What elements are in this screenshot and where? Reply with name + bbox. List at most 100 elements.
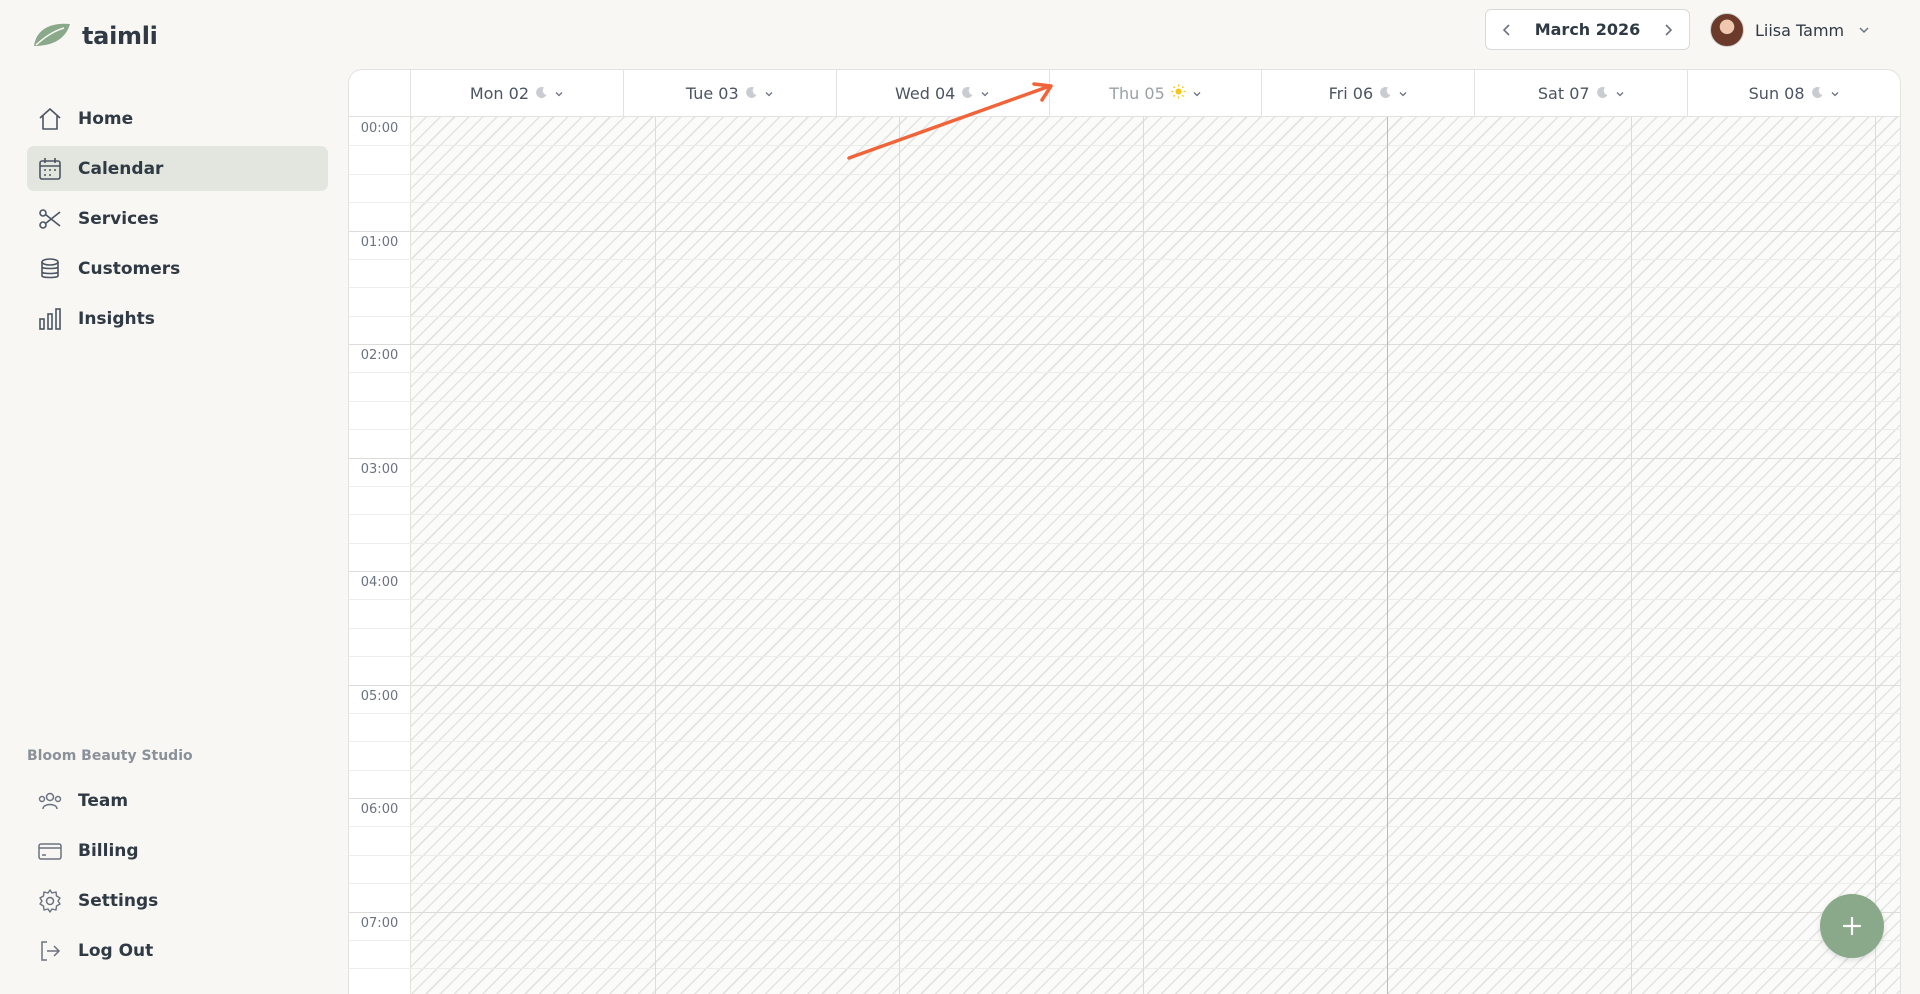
- sun-icon: [1171, 84, 1186, 103]
- add-appointment-button[interactable]: [1820, 894, 1884, 958]
- sidebar-item-log-out[interactable]: Log Out: [27, 928, 328, 973]
- database-icon: [36, 255, 64, 283]
- day-label: Sat 07: [1537, 83, 1590, 103]
- chevron-down-icon: [1858, 21, 1870, 40]
- day-header-fri-06[interactable]: Fri 06: [1262, 70, 1476, 116]
- quarter-gridline: [349, 854, 411, 856]
- sidebar-item-label: Calendar: [78, 158, 164, 179]
- home-icon: [36, 105, 64, 133]
- hour-gridline: [411, 457, 1900, 459]
- day-column-divider: [1143, 117, 1144, 994]
- calendar-body: 00:00 01:00 02:00 03:00 04:00 05:00 06:00 07:00: [349, 117, 1900, 994]
- chevron-down-icon: [1615, 84, 1625, 103]
- sidebar-item-customers[interactable]: Customers: [27, 246, 328, 291]
- sidebar-item-home[interactable]: Home: [27, 96, 328, 141]
- quarter-gridline: [411, 287, 1900, 289]
- team-icon: [36, 787, 64, 815]
- moon-icon: [1379, 84, 1392, 103]
- previous-month-button[interactable]: [1496, 19, 1518, 41]
- quarter-gridline: [411, 968, 1900, 970]
- day-header-tue-03[interactable]: Tue 03: [624, 70, 837, 116]
- quarter-gridline: [349, 145, 411, 147]
- quarter-gridline: [349, 173, 411, 175]
- sidebar-item-label: Settings: [78, 890, 159, 911]
- day-label: Tue 03: [685, 83, 739, 103]
- sidebar-item-billing[interactable]: Billing: [27, 828, 328, 873]
- quarter-gridline: [349, 429, 411, 431]
- quarter-gridline: [411, 712, 1900, 714]
- time-column: 00:00 01:00 02:00 03:00 04:00 05:00 06:00 07:00: [349, 117, 411, 994]
- next-month-button[interactable]: [1657, 19, 1679, 41]
- sidebar-item-calendar[interactable]: Calendar: [27, 146, 328, 191]
- time-label: 02:00: [360, 348, 399, 363]
- quarter-gridline: [349, 656, 411, 658]
- calendar-header: Mon 02 Tue 03 Wed 04 Thu 05 Fri 06 Sat 07 Sun …: [349, 70, 1900, 117]
- day-header-sun-08[interactable]: Sun 08: [1688, 70, 1900, 116]
- quarter-gridline: [349, 315, 411, 317]
- current-month-label[interactable]: March 2026: [1535, 20, 1641, 39]
- day-header-thu-05[interactable]: Thu 05: [1050, 70, 1263, 116]
- user-menu[interactable]: Liisa Tamm: [1710, 12, 1870, 48]
- hour-gridline: [349, 457, 411, 459]
- quarter-gridline: [411, 372, 1900, 374]
- day-label: Fri 06: [1328, 83, 1374, 103]
- quarter-gridline: [349, 741, 411, 743]
- hour-gridline: [411, 344, 1900, 345]
- day-header-sat-07[interactable]: Sat 07: [1475, 70, 1689, 116]
- leaf-logo-icon: [32, 20, 72, 52]
- chevron-down-icon: [1398, 84, 1408, 103]
- moon-icon: [745, 84, 758, 103]
- time-label: 05:00: [360, 688, 399, 704]
- studio-nav: Team Billing Settings Log Out: [27, 778, 328, 978]
- quarter-gridline: [411, 627, 1900, 629]
- quarter-gridline: [411, 769, 1900, 771]
- time-label: 04:00: [360, 575, 399, 590]
- arrow-annotation-icon: [847, 82, 1053, 160]
- day-label: Mon 02: [469, 83, 530, 103]
- quarter-gridline: [349, 485, 411, 487]
- quarter-gridline: [411, 741, 1900, 743]
- hour-gridline: [411, 684, 1900, 686]
- day-header-mon-02[interactable]: Mon 02: [411, 70, 624, 116]
- chevron-left-icon: [1502, 23, 1510, 36]
- sidebar-item-insights[interactable]: Insights: [27, 296, 328, 341]
- sidebar-item-settings[interactable]: Settings: [27, 878, 328, 923]
- plus-icon: [1842, 916, 1862, 936]
- sidebar-item-label: Log Out: [78, 940, 154, 961]
- quarter-gridline: [411, 656, 1900, 658]
- hour-gridline: [411, 798, 1900, 799]
- sidebar-item-label: Customers: [78, 258, 181, 279]
- chevron-right-icon: [1665, 23, 1673, 36]
- hour-gridline: [349, 571, 411, 572]
- quarter-gridline: [411, 485, 1900, 487]
- quarter-gridline: [411, 400, 1900, 402]
- gear-icon: [36, 887, 64, 915]
- month-picker: March 2026: [1485, 9, 1690, 50]
- hour-gridline: [349, 684, 411, 686]
- app-name: taimli: [82, 22, 158, 50]
- day-column-divider: [1387, 117, 1388, 994]
- quarter-gridline: [349, 939, 411, 941]
- quarter-gridline: [411, 854, 1900, 856]
- bar-chart-icon: [36, 305, 64, 333]
- quarter-gridline: [411, 315, 1900, 317]
- app-logo[interactable]: taimli: [32, 20, 158, 52]
- quarter-gridline: [411, 202, 1900, 204]
- quarter-gridline: [349, 202, 411, 204]
- sidebar-item-team[interactable]: Team: [27, 778, 328, 823]
- quarter-gridline: [349, 883, 411, 885]
- sidebar-item-services[interactable]: Services: [27, 196, 328, 241]
- main-nav: Home Calendar Services Customers Insights: [27, 96, 328, 346]
- quarter-gridline: [411, 599, 1900, 601]
- hour-gridline: [411, 911, 1900, 913]
- avatar: [1710, 13, 1744, 47]
- chevron-down-icon: [764, 84, 774, 103]
- time-label: 06:00: [360, 802, 399, 817]
- quarter-gridline: [411, 883, 1900, 885]
- moon-icon: [535, 84, 548, 103]
- quarter-gridline: [411, 514, 1900, 516]
- day-column-divider: [1631, 117, 1632, 994]
- calendar-grid[interactable]: [411, 117, 1900, 994]
- quarter-gridline: [411, 429, 1900, 431]
- hour-gridline: [411, 230, 1900, 232]
